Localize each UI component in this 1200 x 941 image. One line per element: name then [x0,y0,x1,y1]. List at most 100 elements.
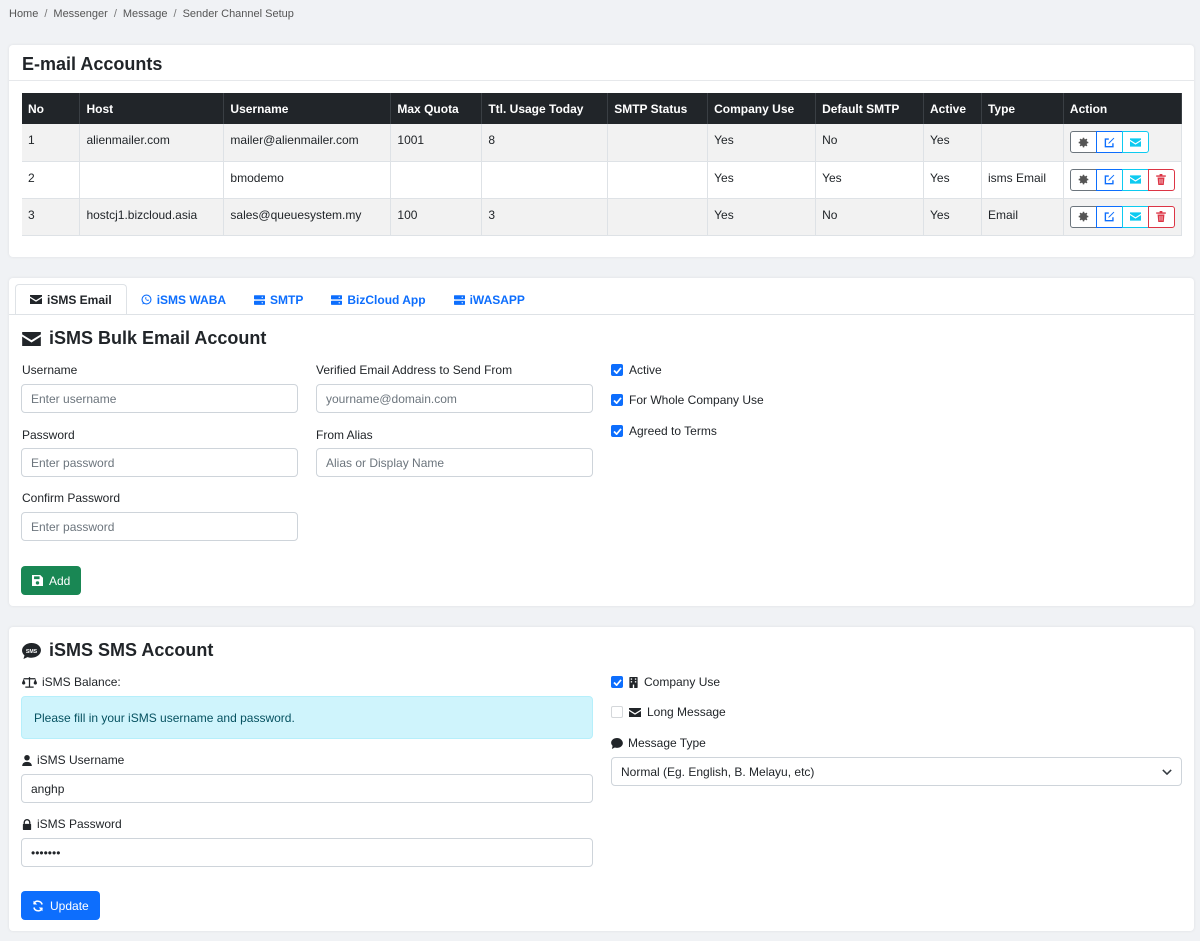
add-button[interactable]: Add [21,566,82,595]
cell-company-use: Yes [707,124,817,162]
table-row: 2 bmodemo Yes Yes Yes isms Email [22,161,1183,199]
settings-button[interactable] [1069,205,1097,228]
info-alert-text: Please fill in your iSMS username and pa… [34,710,295,725]
building-icon [629,676,638,688]
cell-default-smtp: Yes [815,161,924,199]
table-header-row: No Host Username Max Quota Ttl. Usage To… [22,93,1183,124]
checkbox-checked-icon[interactable] [611,364,623,376]
email-accounts-table: No Host Username Max Quota Ttl. Usage To… [22,93,1183,236]
send-test-email-button[interactable] [1121,205,1149,228]
checkbox-checked-icon[interactable] [611,425,623,437]
user-icon [22,754,32,766]
message-type-label-text: Message Type [628,736,706,750]
confirm-password-input[interactable] [21,512,298,541]
breadcrumb-current: Sender Channel Setup [182,8,294,20]
cell-action [1063,198,1183,236]
sms-account-title-text: iSMS SMS Account [49,640,214,660]
cell-active: Yes [923,161,982,199]
confirm-password-label: Confirm Password [22,491,121,505]
cell-username: mailer@alienmailer.com [223,124,392,162]
envelope-icon [629,707,641,717]
tab-label: iWASAPP [469,292,525,307]
col-header: Host [79,93,225,124]
send-test-email-button[interactable] [1121,168,1149,191]
cell-usage: 3 [481,198,609,236]
col-header: Type [981,93,1064,124]
breadcrumb-message[interactable]: Message [123,8,168,20]
settings-button[interactable] [1069,131,1097,154]
isms-password-input[interactable] [21,838,593,867]
from-alias-label: From Alias [316,428,373,442]
tab-iwasapp[interactable]: iWASAPP [440,284,539,315]
delete-button[interactable] [1147,168,1175,191]
edit-button[interactable] [1095,168,1123,191]
bulk-email-title-text: iSMS Bulk Email Account [49,328,267,348]
password-label: Password [22,428,75,442]
cell-active: Yes [923,124,982,162]
tabs-divider [9,314,1194,315]
tab-smtp[interactable]: SMTP [240,284,317,315]
cell-max-quota: 100 [390,198,483,236]
message-type-select[interactable]: Normal (Eg. English, B. Melayu, etc) [611,757,1182,786]
action-buttons [1069,131,1149,154]
username-input[interactable] [21,384,298,413]
col-header: Username [223,93,392,124]
email-accounts-title: E-mail Accounts [22,54,163,74]
from-alias-input[interactable] [316,448,593,477]
long-message-checkbox[interactable]: Long Message [611,705,726,719]
send-test-email-button[interactable] [1121,131,1149,154]
password-input[interactable] [21,448,298,477]
table-row: 3 hostcj1.bizcloud.asia sales@queuesyste… [22,198,1183,236]
breadcrumb-home[interactable]: Home [9,8,38,20]
checkbox-unchecked-icon[interactable] [611,706,623,718]
terms-label: Agreed to Terms [629,424,717,438]
tab-bizcloud-app[interactable]: BizCloud App [317,284,439,315]
edit-icon [1104,174,1115,185]
update-button-label: Update [50,898,89,913]
col-header: Action [1063,93,1183,124]
save-icon [32,575,43,586]
isms-username-input[interactable] [21,774,593,803]
cell-no: 1 [22,124,81,162]
isms-password-label: iSMS Password [22,817,122,831]
company-use-checkbox[interactable]: Company Use [611,675,720,689]
server-icon [254,294,266,305]
breadcrumb-messenger[interactable]: Messenger [53,8,107,20]
col-header: Company Use [707,93,817,124]
tab-isms-email[interactable]: iSMS Email [15,284,127,315]
gear-icon [1078,211,1089,222]
company-use-checkbox[interactable]: For Whole Company Use [611,393,764,407]
breadcrumb: Home / Messenger / Message / Sender Channel… [9,8,294,20]
isms-password-label-text: iSMS Password [37,817,122,831]
sms-bubble-icon: SMS [22,642,41,659]
cell-action [1063,124,1183,162]
company-use-label: For Whole Company Use [629,393,764,407]
cell-active: Yes [923,198,982,236]
gear-icon [1078,174,1089,185]
cell-smtp-status [607,161,709,199]
tab-label: iSMS Email [47,292,112,307]
cell-host: alienmailer.com [79,124,225,162]
edit-button[interactable] [1095,131,1123,154]
active-label: Active [629,363,662,377]
tab-isms-waba[interactable]: iSMS WABA [127,284,240,315]
envelope-icon [22,331,41,346]
email-address-input[interactable] [316,384,593,413]
terms-checkbox[interactable]: Agreed to Terms [611,424,717,438]
svg-text:SMS: SMS [26,648,38,654]
sms-account-title: SMS iSMS SMS Account [22,640,213,661]
active-checkbox[interactable]: Active [611,363,662,377]
delete-button[interactable] [1147,205,1175,228]
trash-icon [1156,174,1167,185]
checkbox-checked-icon[interactable] [611,394,623,406]
checkbox-checked-icon[interactable] [611,676,623,688]
cell-usage [481,161,609,199]
cell-company-use: Yes [707,198,817,236]
cell-company-use: Yes [707,161,817,199]
sender-setup-card: iSMS Email iSMS WABA SMTP BizCloud App i… [9,278,1194,606]
edit-button[interactable] [1095,205,1123,228]
cell-host: hostcj1.bizcloud.asia [79,198,225,236]
update-button[interactable]: Update [21,891,100,920]
cell-type [981,124,1064,162]
settings-button[interactable] [1069,168,1097,191]
